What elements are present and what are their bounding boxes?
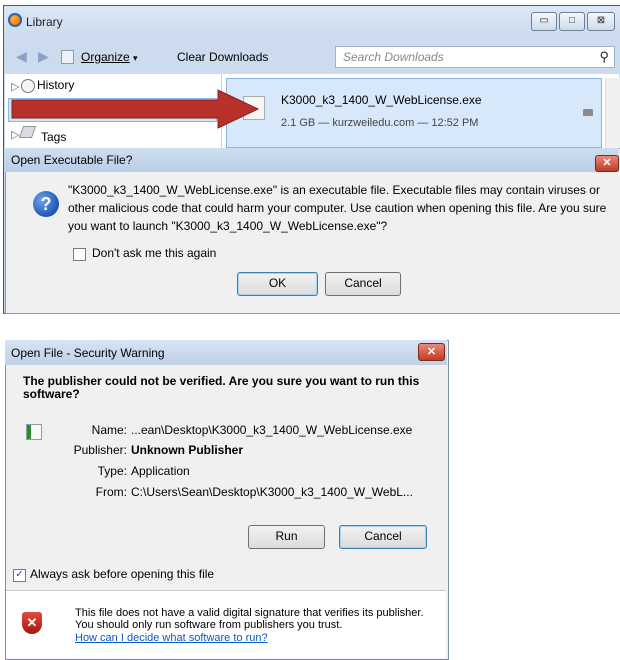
shield-warning-icon: ✕: [22, 612, 42, 634]
field-value-type: Application: [131, 464, 190, 478]
sidebar-item-history[interactable]: History: [37, 78, 74, 92]
firefox-logo-icon: [8, 13, 22, 27]
security-title: Open File - Security Warning: [11, 346, 165, 360]
organize-icon: [61, 50, 74, 64]
sidebar-item-downloads-selected[interactable]: [8, 98, 217, 122]
sidebar-item-downloads[interactable]: Downloads: [41, 102, 100, 116]
security-heading: The publisher could not be verified. Are…: [23, 374, 420, 401]
download-arrow-icon: ⬇: [21, 99, 34, 116]
window-title: Library: [26, 15, 63, 29]
question-icon: ?: [33, 191, 59, 217]
field-label-name: Name:: [91, 423, 127, 437]
clear-downloads-button[interactable]: Clear Downloads: [177, 50, 268, 64]
chevron-down-icon: ▾: [133, 53, 138, 63]
always-ask-checkbox[interactable]: ✓: [13, 569, 26, 582]
help-link[interactable]: How can I decide what software to run?: [75, 632, 268, 644]
search-placeholder: Search Downloads: [343, 50, 444, 64]
search-input[interactable]: Search Downloads ⚲: [335, 46, 615, 68]
organize-label: Organize: [81, 50, 130, 64]
dialog-title: Open Executable File?: [11, 153, 133, 167]
field-label-type: Type:: [97, 464, 127, 478]
back-arrow-icon[interactable]: ◀: [16, 48, 27, 65]
download-meta: 2.1 GB — kurzweiledu.com — 12:52 PM: [281, 117, 479, 129]
close-icon[interactable]: ✕: [595, 155, 619, 172]
field-label-from: From:: [95, 485, 127, 499]
window-close-button[interactable]: ⊠: [587, 12, 615, 31]
field-value-publisher: Unknown Publisher: [131, 443, 244, 457]
footer-text: This file does not have a valid digital …: [75, 607, 424, 631]
forward-arrow-icon[interactable]: ▶: [38, 48, 49, 65]
ok-button[interactable]: OK: [237, 272, 318, 296]
application-icon: [26, 424, 42, 440]
run-button[interactable]: Run: [248, 525, 325, 549]
close-icon[interactable]: ✕: [418, 343, 445, 361]
minimize-button[interactable]: ▭: [531, 12, 557, 31]
field-value-from: C:\Users\Sean\Desktop\K3000_k3_1400_W_We…: [131, 485, 413, 499]
dialog-message: "K3000_k3_1400_W_WebLicense.exe" is an e…: [68, 183, 607, 233]
history-expander-icon[interactable]: ▷: [11, 80, 19, 93]
dont-ask-checkbox[interactable]: [73, 248, 86, 261]
always-ask-label[interactable]: Always ask before opening this file: [30, 567, 214, 581]
sidebar-item-tags[interactable]: Tags: [41, 130, 66, 144]
folder-icon[interactable]: [583, 109, 593, 116]
search-icon: ⚲: [599, 49, 609, 64]
maximize-button[interactable]: □: [559, 12, 585, 31]
download-filename: K3000_k3_1400_W_WebLicense.exe: [281, 93, 482, 107]
cancel-button[interactable]: Cancel: [339, 525, 427, 549]
download-entry[interactable]: [226, 78, 602, 148]
clock-icon: [21, 79, 35, 93]
cancel-button[interactable]: Cancel: [325, 272, 401, 296]
dont-ask-label[interactable]: Don't ask me this again: [92, 246, 216, 260]
organize-menu[interactable]: Organize ▾: [81, 50, 138, 64]
file-icon: [243, 96, 265, 120]
field-value-name: ...ean\Desktop\K3000_k3_1400_W_WebLicens…: [131, 423, 413, 437]
field-label-publisher: Publisher:: [73, 443, 127, 457]
tags-expander-icon[interactable]: ▷: [11, 128, 19, 141]
vertical-scrollbar[interactable]: [605, 78, 620, 148]
